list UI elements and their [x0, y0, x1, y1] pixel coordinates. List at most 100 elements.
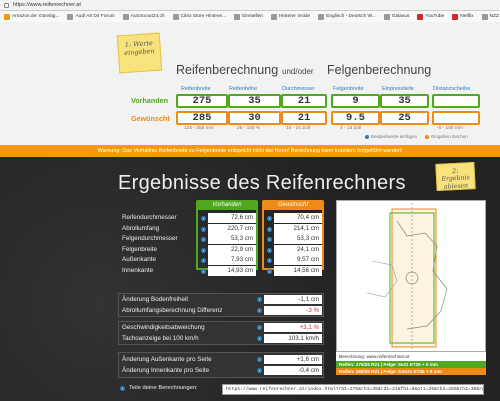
- result-label: Felgendurchmesser: [122, 235, 178, 242]
- info-icon[interactable]: i: [201, 258, 206, 263]
- clear-inputs-label: Eingaben löschen: [431, 134, 468, 139]
- bookmark-item[interactable]: Englisch - Deutsch W...: [318, 13, 376, 20]
- title-oder: und/oder: [282, 67, 314, 76]
- info-icon[interactable]: i: [257, 325, 262, 330]
- address-bar[interactable]: https://www.reifenrechner.at: [0, 0, 500, 11]
- result-value-vorhanden: 22,9 cm: [208, 244, 256, 255]
- tab-vorhanden: Vorhanden: [196, 200, 258, 210]
- info-icon[interactable]: i: [267, 226, 272, 232]
- bookmark-item[interactable]: Netflix: [452, 13, 474, 20]
- input-vorhanden-felgenbreite[interactable]: 9: [331, 94, 380, 108]
- info-icon[interactable]: i: [267, 247, 272, 253]
- info-icon[interactable]: i: [257, 297, 262, 302]
- input-gewuenscht-distanzscheibe[interactable]: [432, 111, 480, 125]
- info-icon[interactable]: i: [201, 226, 206, 232]
- diagram-line-vorhanden: Reifen: 275/35 R21 | Felge: 9x21 ET35 + …: [336, 361, 486, 368]
- example-values-link[interactable]: Beispielwerte einfügen: [365, 134, 417, 139]
- folder-icon: [234, 13, 241, 20]
- result-label: Felgenbreite: [122, 245, 158, 253]
- galaxus-icon: [383, 13, 390, 20]
- input-gewuenscht-reifenbreite[interactable]: 285: [176, 111, 228, 125]
- input-vorhanden-distanzscheibe[interactable]: [432, 94, 480, 108]
- share-url-field[interactable]: https://www.reifenrechner.at/index.html?…: [222, 384, 484, 395]
- result-value-gewuenscht: 70,4 cm: [274, 213, 322, 223]
- bookmark-item[interactable]: Amazon.de: Günstig...: [4, 13, 59, 20]
- bookmark-item[interactable]: NZZ News - aktuelle...: [481, 13, 500, 20]
- info-icon[interactable]: i: [201, 247, 206, 253]
- results-title: Ergebnisse des Reifenrechners: [118, 172, 406, 194]
- input-vorhanden-reifenbreite[interactable]: 275: [176, 94, 228, 108]
- header-felgenbreite: Felgenbreite: [333, 86, 364, 92]
- info-icon[interactable]: i: [267, 216, 272, 221]
- range-felgenbreite: 4 - 15 Zoll: [340, 126, 362, 131]
- range-distanzscheibe: -0 - 100 mm: [437, 126, 463, 131]
- row-label-vorhanden: Vorhanden: [131, 96, 169, 105]
- compare-value: +3,1 %: [264, 323, 322, 332]
- input-gewuenscht-felgenbreite[interactable]: 9.5: [331, 111, 380, 125]
- compare-label: Abrollumfangsberechnung Differenz: [122, 307, 223, 314]
- result-label: Reifendurchmesser: [122, 214, 177, 221]
- compare-label: Änderung Außenkante pro Seite: [122, 356, 212, 363]
- header-durchmesser: Durchmesser: [282, 86, 315, 92]
- result-value-vorhanden: 220,7 cm: [208, 223, 256, 234]
- info-icon[interactable]: i: [257, 368, 262, 373]
- info-icon[interactable]: i: [257, 336, 262, 341]
- lock-icon: [4, 2, 9, 8]
- clear-inputs-link[interactable]: Eingaben löschen: [425, 134, 468, 139]
- input-vorhanden-reifenhoehe[interactable]: 35: [228, 94, 281, 108]
- warning-banner: Warnung: Das Verhältnis Reifenbreite zu …: [0, 145, 500, 157]
- bookmark-item[interactable]: Audi A8 D4 Forum: [67, 13, 115, 20]
- input-vorhanden-durchmesser[interactable]: 21: [281, 94, 327, 108]
- bookmark-label: Hinterer Inside: [278, 14, 311, 19]
- title-felgenberechnung: Felgenberechnung: [327, 63, 432, 77]
- share-label: Teile deine Berechnungen:: [129, 385, 198, 391]
- dot-icon: [425, 134, 430, 139]
- wheel-profile-drawing: [366, 203, 448, 351]
- result-value-gewuenscht: 24,1 cm: [274, 244, 322, 255]
- input-gewuenscht-einpresstiefe[interactable]: 25: [380, 111, 429, 125]
- sticky-note-enter-values: 1: Werte eingeben: [116, 32, 163, 74]
- info-icon[interactable]: i: [267, 237, 272, 242]
- url-text[interactable]: https://www.reifenrechner.at: [13, 2, 81, 8]
- browser-chrome: https://www.reifenrechner.at Amazon.de: …: [0, 0, 500, 22]
- title-reifenberechnung: Reifenberechnung: [176, 63, 279, 77]
- bookmark-item[interactable]: Hinterer Inside: [270, 13, 311, 20]
- input-gewuenscht-reifenhoehe[interactable]: 30: [228, 111, 281, 125]
- info-icon[interactable]: i: [267, 268, 272, 274]
- range-reifenbreite: 125 - 355 mm: [184, 126, 214, 131]
- info-icon[interactable]: i: [257, 308, 262, 313]
- bookmark-item[interactable]: AutoScout24.ch: [122, 13, 165, 20]
- compare-value: -1,1 cm: [264, 295, 322, 304]
- result-label: Außenkante: [122, 256, 156, 263]
- result-value-vorhanden: 72,6 cm: [208, 213, 256, 223]
- info-icon[interactable]: i: [201, 216, 206, 221]
- info-icon[interactable]: i: [120, 385, 125, 391]
- netflix-icon: [452, 13, 459, 20]
- info-icon[interactable]: i: [201, 268, 206, 274]
- bookmark-label: Audi A8 D4 Forum: [75, 14, 115, 19]
- range-reifenhoehe: 25 - 100 %: [237, 126, 261, 131]
- bookmark-item[interactable]: Galaxus: [383, 13, 410, 20]
- share-row: i Teile deine Berechnungen:: [120, 385, 198, 391]
- legend-line: Beispielwerte einfügen Eingaben löschen: [365, 134, 468, 139]
- input-vorhanden-einpresstiefe[interactable]: 35: [380, 94, 429, 108]
- info-icon[interactable]: i: [267, 258, 272, 263]
- dot-icon: [365, 134, 369, 139]
- bookmark-label: Galaxus: [391, 14, 410, 19]
- bookmark-item[interactable]: YouTube: [417, 13, 444, 20]
- youtube-icon: [417, 13, 424, 20]
- bookmark-label: Netflix: [460, 14, 474, 19]
- result-label: Abrollumfang: [122, 224, 160, 232]
- input-gewuenscht-durchmesser[interactable]: 21: [281, 111, 327, 125]
- info-icon[interactable]: i: [257, 357, 262, 362]
- forum-icon: [67, 13, 74, 20]
- info-icon[interactable]: i: [201, 237, 206, 242]
- result-value-gewuenscht: 53,3 cm: [274, 234, 322, 244]
- wheel-diagram: [336, 200, 486, 352]
- bookmark-item[interactable]: Citrix Store Hinterei...: [172, 13, 226, 20]
- header-reifenhoehe: Reifenhöhe: [229, 86, 258, 92]
- result-label: Innenkante: [122, 266, 154, 274]
- bookmark-item[interactable]: Einstellen: [234, 13, 263, 20]
- citrix-icon: [172, 13, 179, 20]
- compare-label: Änderung Bodenfreiheit: [122, 296, 189, 303]
